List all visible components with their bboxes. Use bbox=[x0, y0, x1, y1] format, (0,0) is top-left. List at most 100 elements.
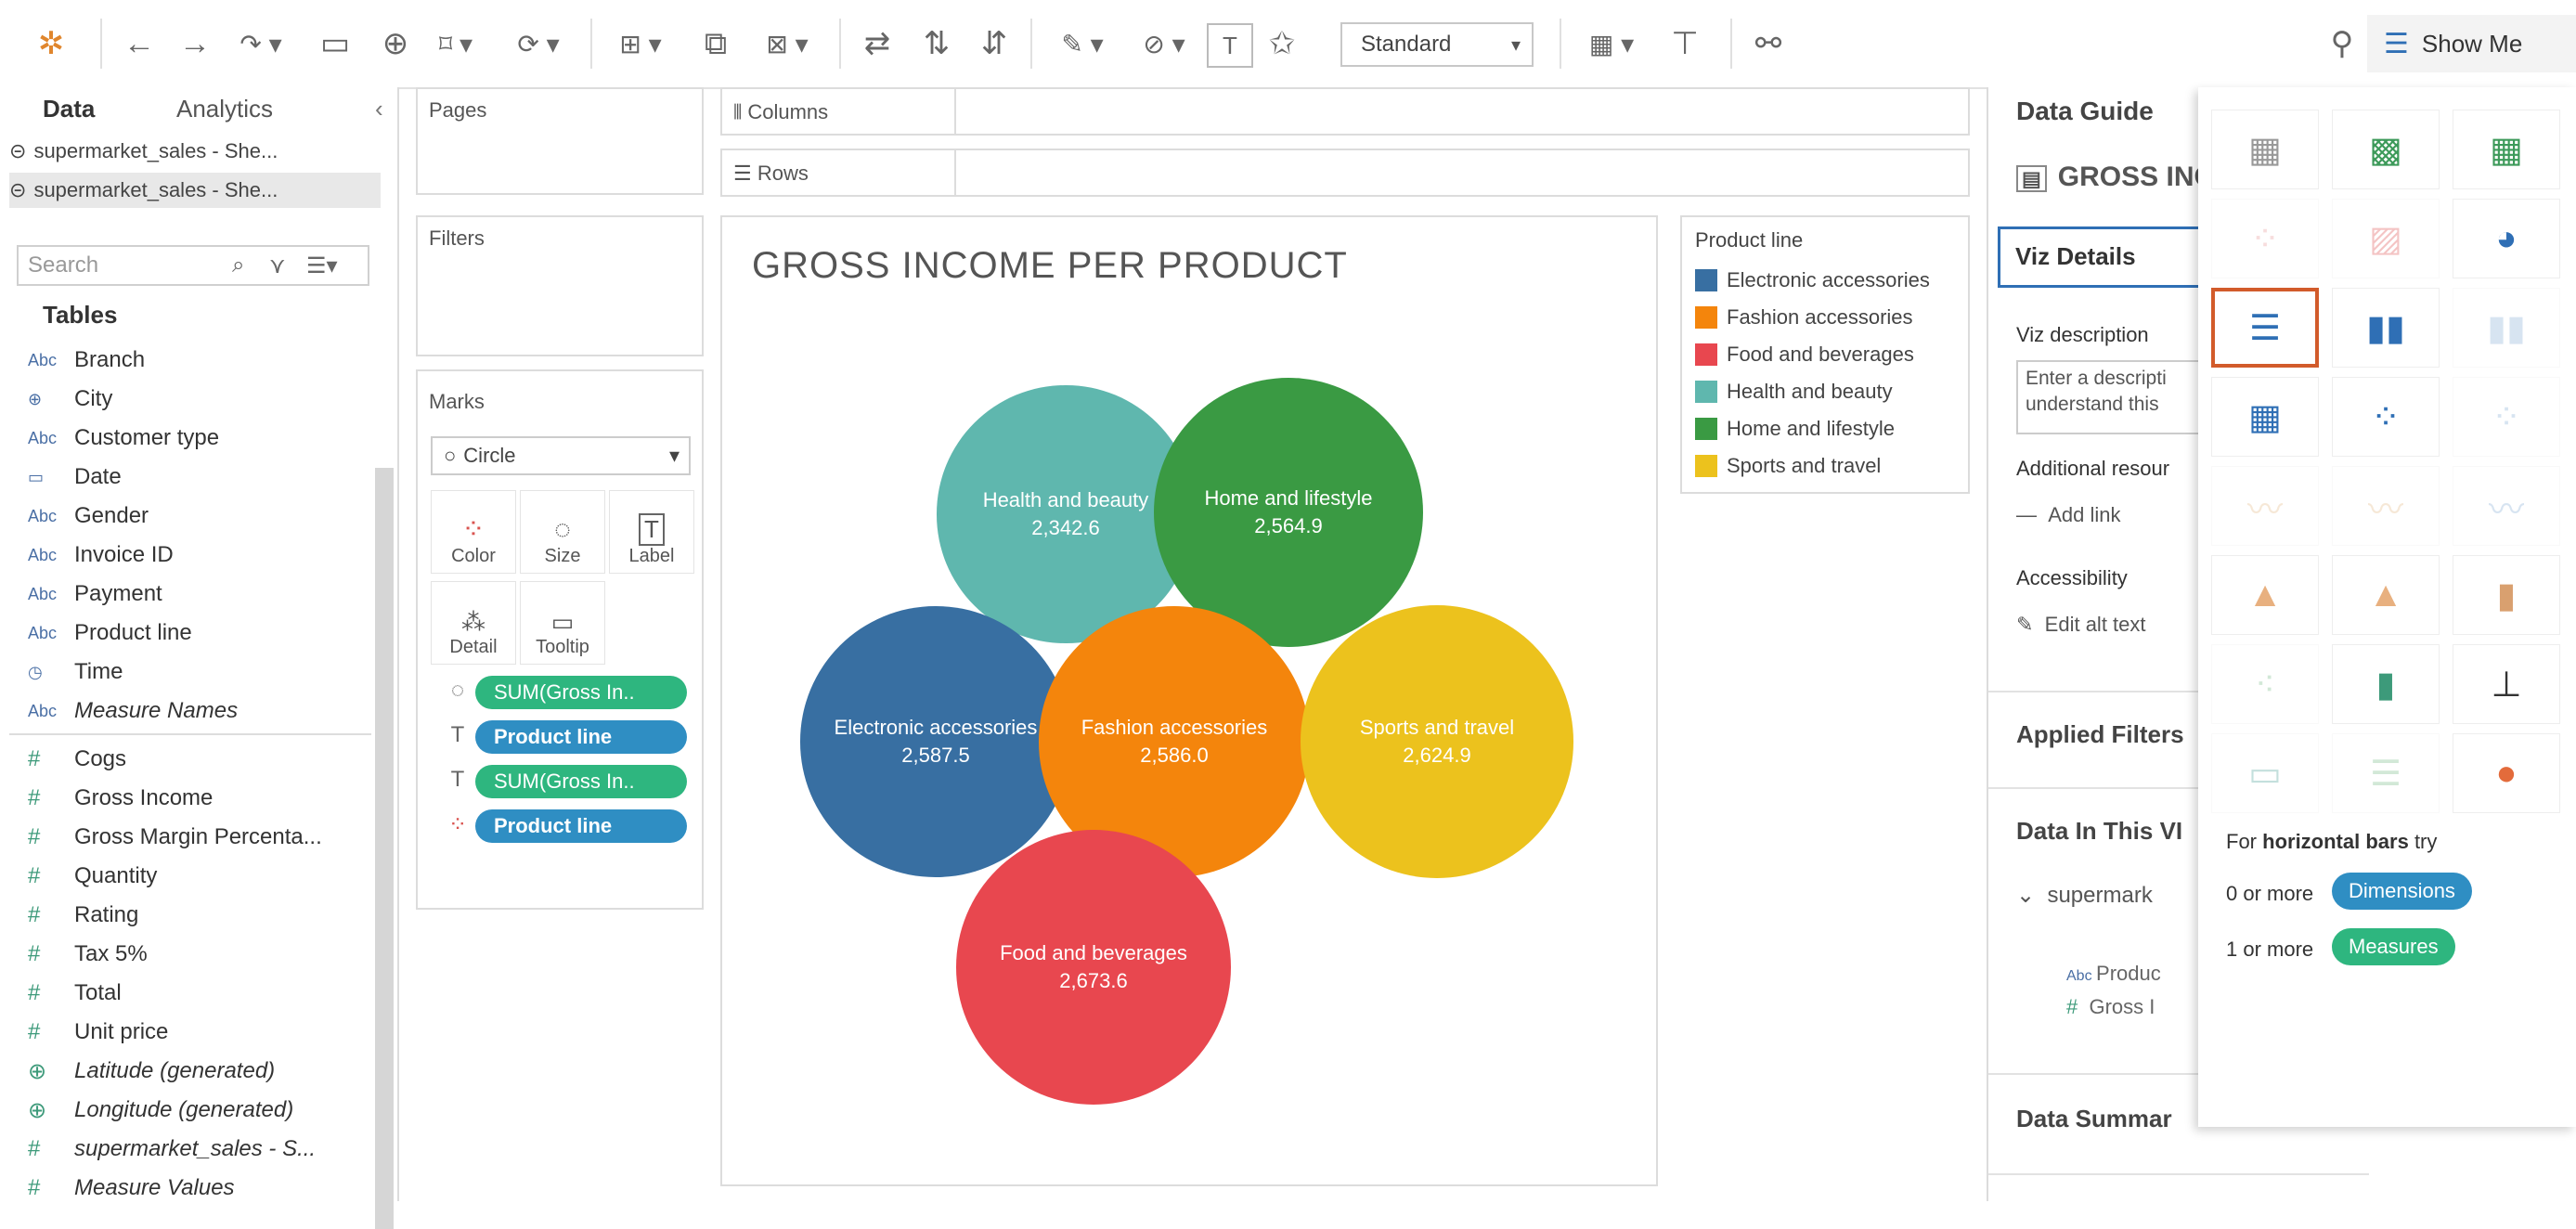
detail-button[interactable]: ⁂ Detail bbox=[431, 581, 516, 665]
datasource-expander[interactable]: ⌄ supermark bbox=[2016, 882, 2153, 909]
packed-bubbles-icon[interactable]: ● bbox=[2453, 733, 2560, 813]
color-button[interactable]: ⁘ Color bbox=[431, 490, 516, 574]
legend-item[interactable]: Fashion accessories bbox=[1695, 301, 1913, 334]
rows-shelf[interactable]: ☰ Rows bbox=[720, 149, 1970, 197]
legend-item[interactable]: Health and beauty bbox=[1695, 375, 1893, 408]
bubble-mark[interactable]: Electronic accessories 2,587.5 bbox=[800, 606, 1071, 877]
refresh-icon[interactable]: ⟳ ▾ bbox=[501, 20, 576, 67]
marks-pill-label[interactable]: Product line bbox=[475, 720, 687, 754]
dimension-field[interactable]: Abc Gender bbox=[28, 498, 371, 535]
applied-filters-heading[interactable]: Applied Filters bbox=[2016, 720, 2184, 749]
measure-field[interactable]: ⊕ Longitude (generated) bbox=[28, 1092, 371, 1129]
symbol-map-icon[interactable]: ⁘ bbox=[2211, 199, 2319, 278]
dimension-field[interactable]: Abc Branch bbox=[28, 342, 371, 379]
label-button[interactable]: T Label bbox=[609, 490, 694, 574]
tab-data[interactable]: Data bbox=[43, 95, 95, 123]
share-icon[interactable]: ⚯ bbox=[1745, 20, 1792, 67]
legend-item[interactable]: Sports and travel bbox=[1695, 449, 1881, 483]
edit-alt-text-button[interactable]: ✎ Edit alt text bbox=[2016, 613, 2146, 637]
pages-shelf[interactable]: Pages bbox=[416, 87, 704, 195]
lines-continuous-icon[interactable]: 〰 bbox=[2211, 466, 2319, 546]
filled-map-icon[interactable]: ▨ bbox=[2332, 199, 2440, 278]
marks-pill-label-2[interactable]: SUM(Gross In.. bbox=[475, 765, 687, 798]
marks-pill-size[interactable]: SUM(Gross In.. bbox=[475, 676, 687, 709]
data-summary-heading[interactable]: Data Summar bbox=[2016, 1105, 2172, 1133]
box-whisker-icon[interactable]: ⊥ bbox=[2453, 644, 2560, 724]
measure-field[interactable]: # supermarket_sales - S... bbox=[28, 1131, 371, 1168]
measure-field[interactable]: # Total bbox=[28, 975, 371, 1012]
swap-icon[interactable]: ⇄ bbox=[854, 20, 900, 67]
dimension-field[interactable]: ◷ Time bbox=[28, 653, 371, 691]
datasource-item[interactable]: ⊝ supermarket_sales - She... bbox=[9, 134, 381, 169]
show-me-button[interactable]: ☰ Show Me bbox=[2367, 15, 2576, 72]
duplicate-sheet-icon[interactable]: ⧉ bbox=[693, 20, 739, 67]
gantt-chart-icon[interactable]: ▭ bbox=[2211, 733, 2319, 813]
dual-lines-icon[interactable]: 〰 bbox=[2453, 466, 2560, 546]
measure-field[interactable]: # Gross Income bbox=[28, 780, 371, 817]
legend-item[interactable]: Electronic accessories bbox=[1695, 264, 1930, 297]
measure-field[interactable]: ⊕ Latitude (generated) bbox=[28, 1053, 371, 1090]
scatter-plot-icon[interactable]: ⁖ bbox=[2211, 644, 2319, 724]
highlight-table-icon[interactable]: ▦ bbox=[2453, 110, 2560, 189]
sort-ascending-icon[interactable]: ⇅ bbox=[913, 20, 960, 67]
presentation-icon[interactable]: ⊤ bbox=[1662, 20, 1708, 67]
pin-icon[interactable]: ⚲ bbox=[2321, 20, 2363, 67]
dimension-field[interactable]: ⊕ City bbox=[28, 381, 371, 418]
datasource-item-active[interactable]: ⊝ supermarket_sales - She... bbox=[9, 173, 381, 208]
filter-icon[interactable]: ⋎ bbox=[269, 252, 286, 279]
area-discrete-icon[interactable]: ▲ bbox=[2332, 555, 2440, 635]
tableau-logo-icon[interactable]: ✲ bbox=[28, 20, 74, 67]
new-datasource-icon[interactable]: ⊕ bbox=[375, 20, 416, 67]
stacked-bars-icon[interactable]: ▮▮ bbox=[2332, 288, 2440, 368]
data-in-viz-heading[interactable]: Data In This VI bbox=[2016, 817, 2182, 846]
measure-field[interactable]: # Measure Values bbox=[28, 1170, 371, 1207]
marks-pill-color[interactable]: Product line bbox=[475, 809, 687, 843]
bubble-mark[interactable]: Home and lifestyle 2,564.9 bbox=[1154, 378, 1423, 647]
heat-map-icon[interactable]: ▩ bbox=[2332, 110, 2440, 189]
view-options-icon[interactable]: ☰▾ bbox=[306, 252, 338, 279]
columns-shelf[interactable]: ⫴ Columns bbox=[720, 87, 1970, 136]
pie-chart-icon[interactable]: ◕ bbox=[2453, 199, 2560, 278]
measure-field[interactable]: # Tax 5% bbox=[28, 936, 371, 973]
measure-field[interactable]: # Unit price bbox=[28, 1014, 371, 1051]
text-table-icon[interactable]: ▦ bbox=[2211, 110, 2319, 189]
measure-field[interactable]: # Gross Margin Percenta... bbox=[28, 819, 371, 856]
back-icon[interactable]: ← bbox=[119, 20, 160, 67]
bubble-mark[interactable]: Food and beverages 2,673.6 bbox=[956, 830, 1231, 1105]
legend-item[interactable]: Food and beverages bbox=[1695, 338, 1914, 371]
color-legend[interactable]: Product line Electronic accessories Fashi… bbox=[1680, 215, 1970, 494]
add-link-button[interactable]: — Add link bbox=[2016, 503, 2121, 527]
save-icon[interactable]: ▭ bbox=[312, 20, 358, 67]
pause-icon[interactable]: ⌑ ▾ bbox=[423, 20, 488, 67]
fix-axes-icon[interactable]: ✩ bbox=[1261, 20, 1303, 67]
measure-field[interactable]: # Cogs bbox=[28, 741, 371, 778]
new-worksheet-icon[interactable]: ⊞ ▾ bbox=[603, 20, 678, 67]
filters-shelf[interactable]: Filters bbox=[416, 215, 704, 356]
dimension-field[interactable]: Abc Customer type bbox=[28, 420, 371, 457]
show-labels-icon[interactable]: T bbox=[1207, 23, 1253, 68]
side-by-side-bars-icon[interactable]: ▮▮ bbox=[2453, 288, 2560, 368]
area-continuous-icon[interactable]: ▲ bbox=[2211, 555, 2319, 635]
group-icon[interactable]: ⊘ ▾ bbox=[1127, 20, 1201, 67]
scrollbar[interactable] bbox=[375, 468, 394, 1229]
dimension-field[interactable]: Abc Payment bbox=[28, 576, 371, 613]
search-input[interactable]: Search ⌕ ⋎ ☰▾ bbox=[17, 245, 369, 286]
dimension-field[interactable]: ▭ Date bbox=[28, 459, 371, 496]
clear-sheet-icon[interactable]: ⊠ ▾ bbox=[750, 20, 824, 67]
lines-discrete-icon[interactable]: 〰 bbox=[2332, 466, 2440, 546]
tab-analytics[interactable]: Analytics bbox=[176, 95, 273, 123]
tooltip-button[interactable]: ▭ Tooltip bbox=[520, 581, 605, 665]
circle-views-icon[interactable]: ⁘ bbox=[2332, 377, 2440, 457]
bubble-mark[interactable]: Sports and travel 2,624.9 bbox=[1301, 605, 1573, 878]
bullet-graph-icon[interactable]: ☰ bbox=[2332, 733, 2440, 813]
dimension-field[interactable]: Abc Measure Names bbox=[28, 692, 371, 730]
highlight-icon[interactable]: ✎ ▾ bbox=[1045, 20, 1120, 67]
collapse-pane-icon[interactable]: ‹ bbox=[375, 95, 383, 123]
dual-combination-icon[interactable]: ▮ bbox=[2453, 555, 2560, 635]
treemap-icon[interactable]: ▦ bbox=[2211, 377, 2319, 457]
legend-item[interactable]: Home and lifestyle bbox=[1695, 412, 1895, 446]
horizontal-bars-icon[interactable]: ☰ bbox=[2211, 288, 2319, 368]
measure-field[interactable]: # Rating bbox=[28, 897, 371, 934]
redo-icon[interactable]: ↷ ▾ bbox=[228, 20, 293, 67]
show-cards-icon[interactable]: ▦ ▾ bbox=[1574, 20, 1649, 67]
